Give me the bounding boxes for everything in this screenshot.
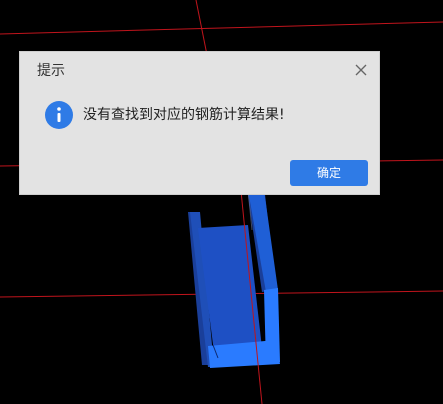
close-icon[interactable] [352, 61, 370, 79]
steel-channel-model [188, 168, 280, 368]
dialog-title: 提示 [37, 63, 65, 79]
dialog-message: 没有查找到对应的钢筋计算结果! [83, 107, 285, 123]
message-dialog: 提示 没有查找到对应的钢筋计算结果! 确定 [19, 51, 380, 195]
info-icon [45, 101, 73, 129]
grid-line [0, 21, 443, 35]
confirm-button[interactable]: 确定 [290, 160, 368, 186]
